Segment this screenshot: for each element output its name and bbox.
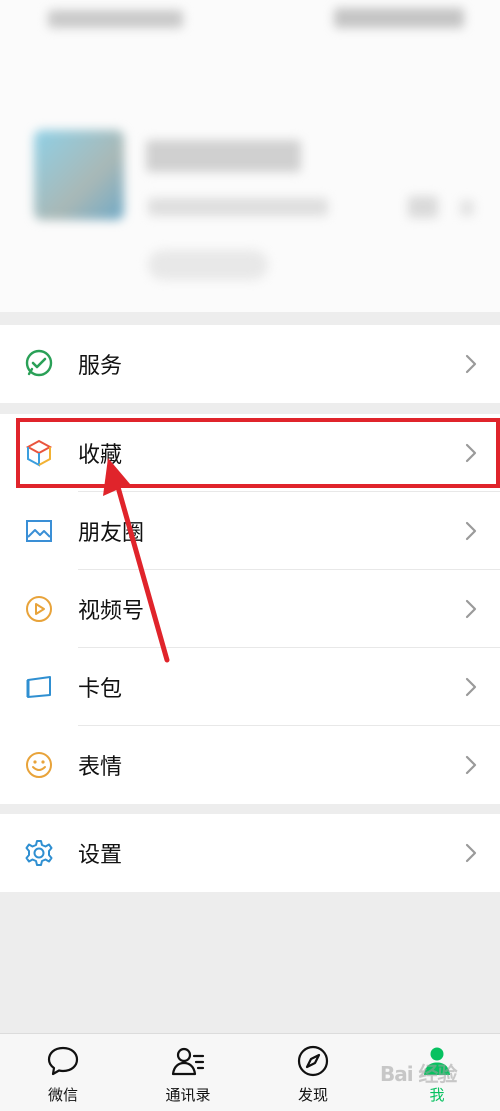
watermark: Bai 经验 [380,1062,458,1086]
nickname-blurred [146,140,301,172]
chat-bubble-icon [47,1046,79,1076]
profile-chevron-icon [460,200,474,216]
tab-label: 发现 [297,1086,328,1104]
moments-picture-icon [22,514,56,548]
channels-play-icon [22,592,56,626]
profile-header[interactable] [0,0,500,312]
settings-group: 设置 [0,814,500,892]
menu-item-settings[interactable]: 设置 [0,814,500,892]
card-wallet-icon [22,670,56,704]
menu-item-stickers[interactable]: 表情 [0,726,500,804]
tab-label: 我 [429,1086,445,1104]
menu-label-services: 服务 [78,354,123,379]
menu-label-channels: 视频号 [78,599,145,624]
smiley-icon [22,748,56,782]
chevron-right-icon [465,843,477,863]
tab-contacts[interactable]: 通讯录 [138,1034,238,1111]
menu-item-channels[interactable]: 视频号 [0,570,500,648]
highlight-box [16,418,500,488]
menu-label-settings: 设置 [78,843,123,868]
chevron-right-icon [465,354,477,374]
services-icon [22,347,56,381]
qr-code-icon[interactable] [408,196,438,218]
menu-item-moments[interactable]: 朋友圈 [0,492,500,570]
gear-icon [22,836,56,870]
status-bar-right-blurred [334,8,464,28]
menu-label-cards: 卡包 [78,677,123,702]
tab-label: 微信 [47,1086,78,1104]
status-button-blurred[interactable] [148,250,268,280]
tab-chats[interactable]: 微信 [13,1034,113,1111]
tab-discover[interactable]: 发现 [263,1034,363,1111]
menu-label-stickers: 表情 [78,755,123,780]
status-bar-left-blurred [48,10,183,28]
chevron-right-icon [465,599,477,619]
services-group: 服务 [0,325,500,403]
menu-label-moments: 朋友圈 [78,521,145,546]
menu-item-services[interactable]: 服务 [0,325,500,403]
tab-label: 通讯录 [165,1086,211,1104]
chevron-right-icon [465,677,477,697]
avatar[interactable] [34,130,124,220]
compass-icon [297,1045,329,1077]
chevron-right-icon [465,755,477,775]
contacts-icon [171,1047,205,1076]
chevron-right-icon [465,521,477,541]
menu-item-cards[interactable]: 卡包 [0,648,500,726]
wechat-id-blurred [148,198,328,216]
